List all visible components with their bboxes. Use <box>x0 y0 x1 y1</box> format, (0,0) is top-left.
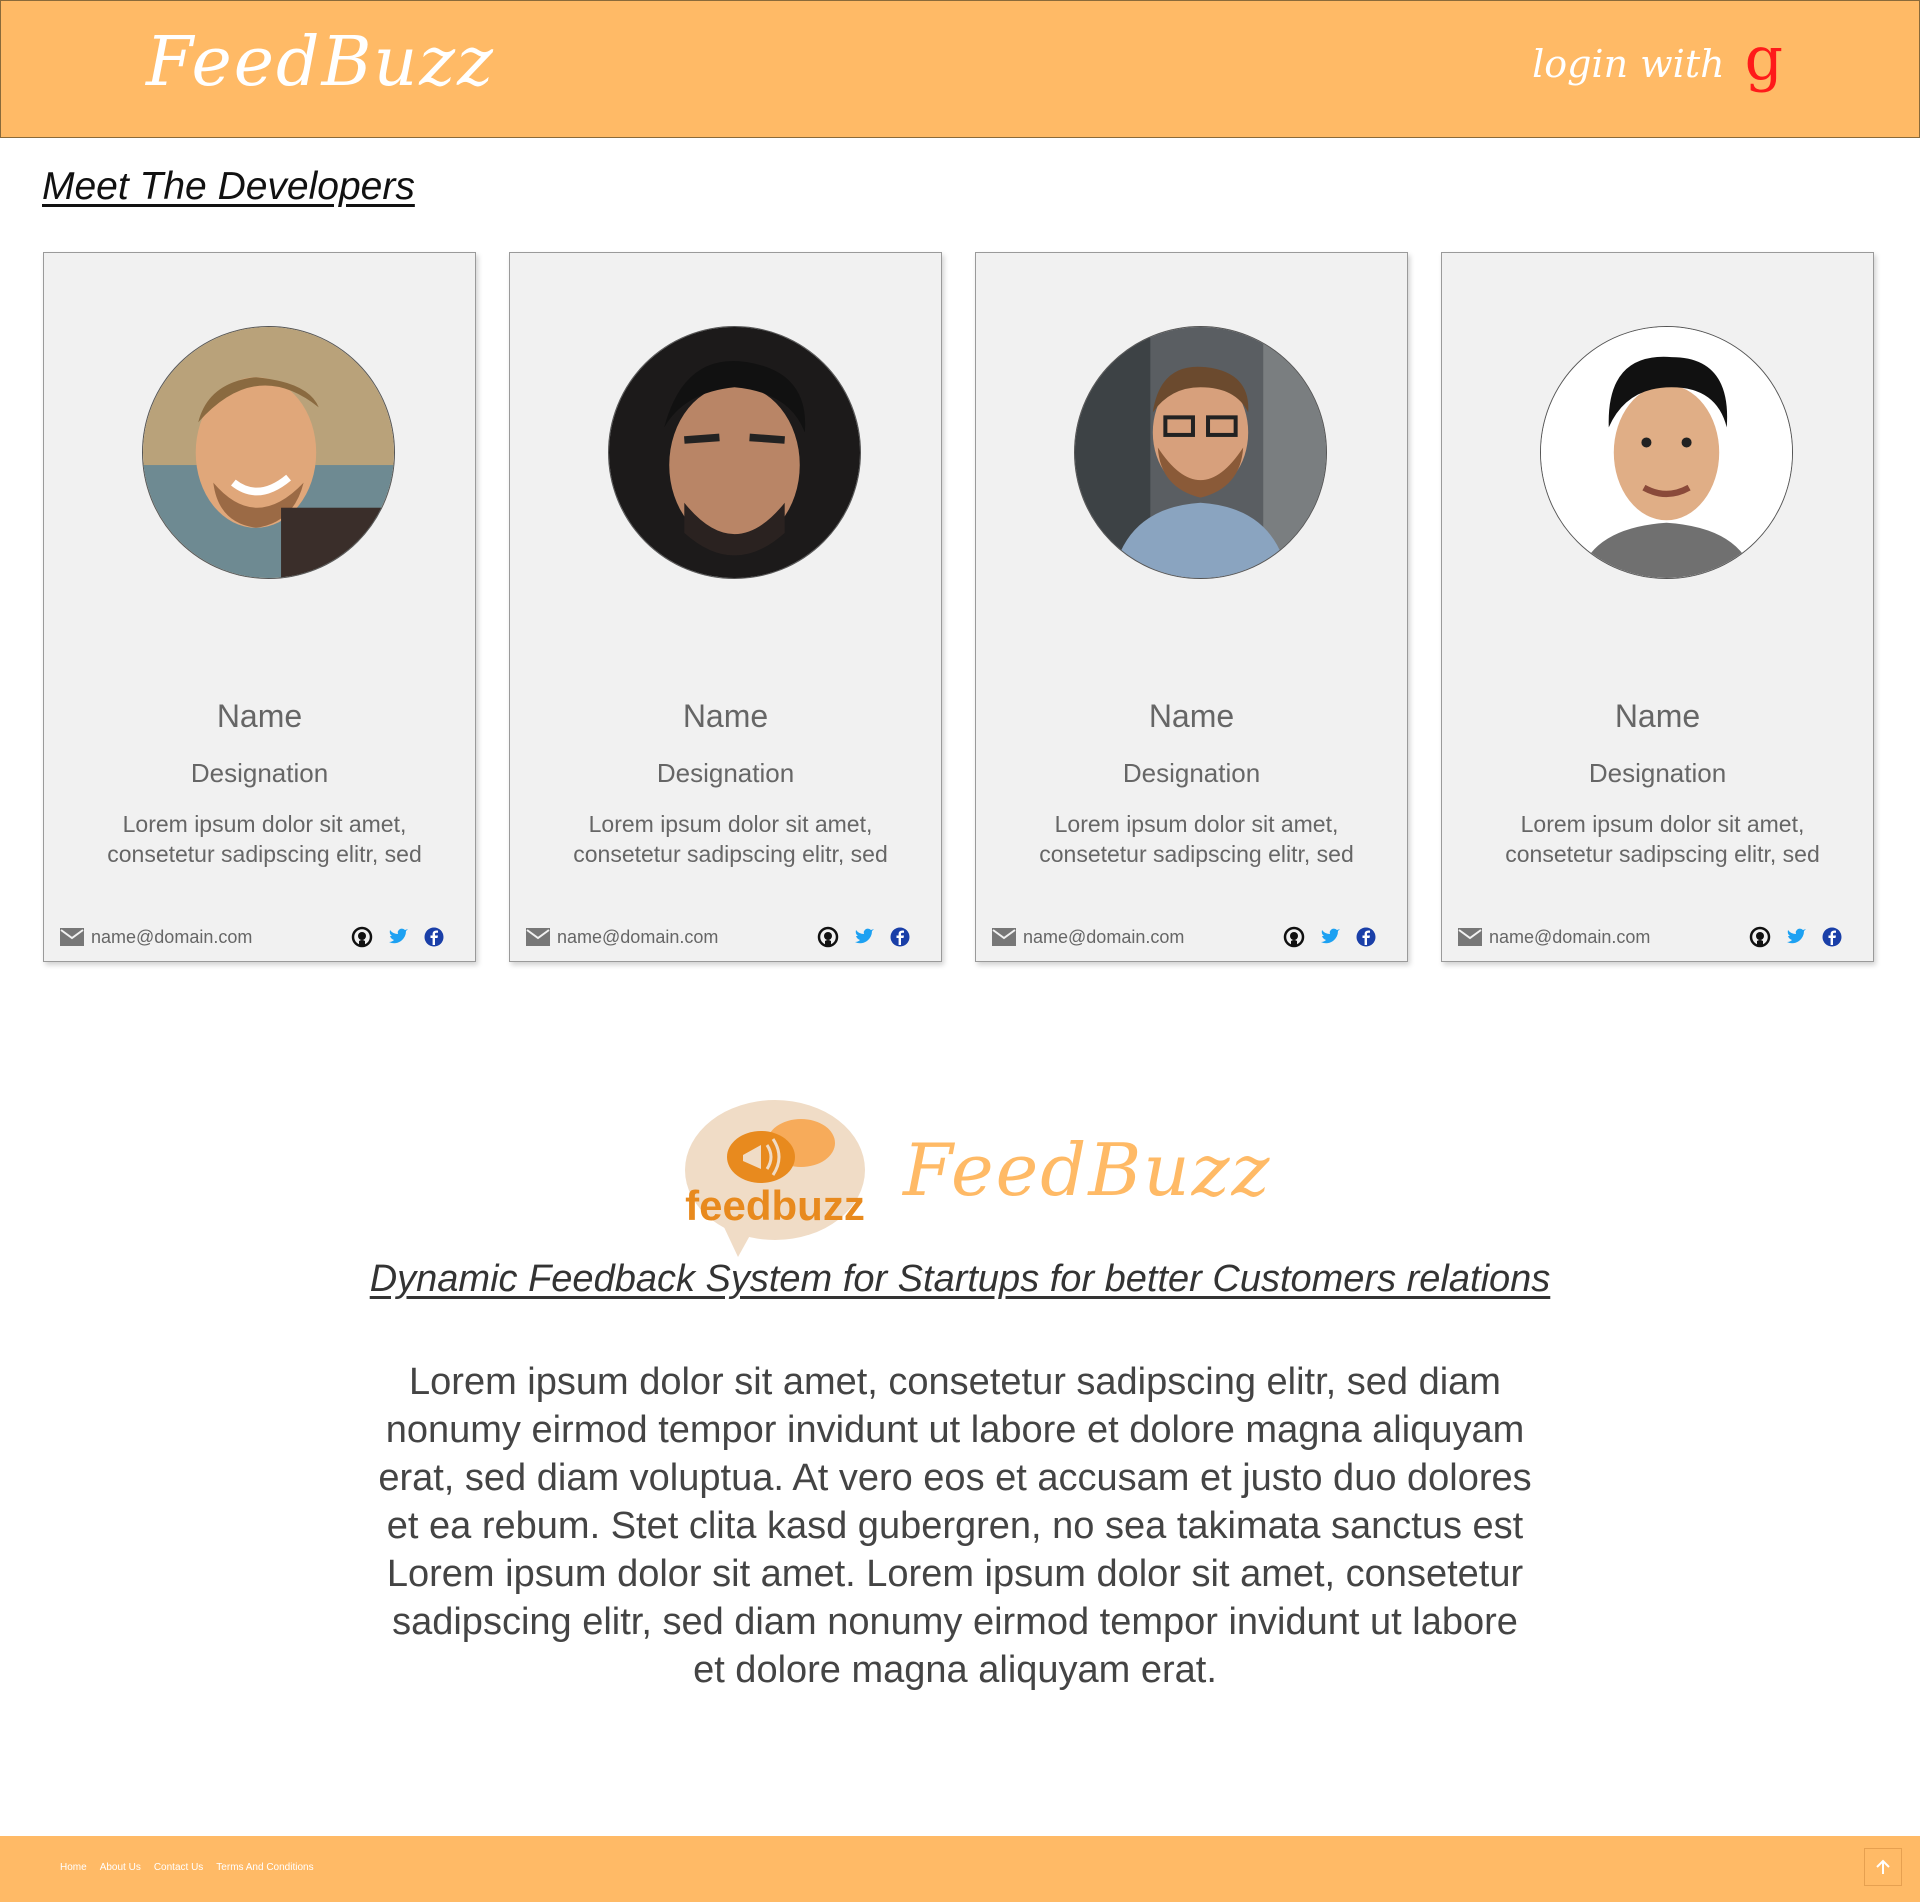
developer-email[interactable]: name@domain.com <box>557 927 817 948</box>
developer-designation: Designation <box>656 758 795 788</box>
footer-links: Home About Us Contact Us Terms And Condi… <box>60 1862 314 1873</box>
card-footer: name@domain.com <box>991 923 1377 951</box>
facebook-icon[interactable] <box>889 926 911 948</box>
google-icon: g <box>1744 24 1783 94</box>
developer-photo-2 <box>609 327 860 578</box>
arrow-up-icon <box>1876 1859 1890 1874</box>
developer-description: Lorem ipsum dolor sit amet, consetetur s… <box>107 811 422 867</box>
developer-photo-3 <box>1075 327 1326 578</box>
footer-link-terms[interactable]: Terms And Conditions <box>216 1862 313 1873</box>
developer-photo <box>608 326 861 579</box>
facebook-icon[interactable] <box>423 926 445 948</box>
developer-photo-4 <box>1541 327 1792 578</box>
developer-email[interactable]: name@domain.com <box>91 927 351 948</box>
developer-designation: Designation <box>190 758 329 788</box>
social-links <box>1749 926 1843 948</box>
developer-photo <box>142 326 395 579</box>
github-icon[interactable] <box>351 926 373 948</box>
github-icon[interactable] <box>1749 926 1771 948</box>
logo-wordmark: feedbuzz <box>685 1182 865 1229</box>
twitter-icon[interactable] <box>1785 926 1807 948</box>
social-links <box>351 926 445 948</box>
footer-link-home[interactable]: Home <box>60 1862 87 1873</box>
developer-card: Name Designation Lorem ipsum dolor sit a… <box>1441 252 1874 962</box>
twitter-icon[interactable] <box>387 926 409 948</box>
about-description: Lorem ipsum dolor sit amet, consetetur s… <box>378 1361 1532 1691</box>
developer-name: Name <box>682 698 769 734</box>
footer-link-contact-us[interactable]: Contact Us <box>154 1862 203 1873</box>
developer-name: Name <box>216 698 303 734</box>
developer-card: Name Designation Lorem ipsum dolor sit a… <box>43 252 476 962</box>
card-footer: name@domain.com <box>59 923 445 951</box>
section-title: Meet The Developers <box>42 165 415 208</box>
developer-name: Name <box>1614 698 1701 734</box>
developer-name: Name <box>1148 698 1235 734</box>
github-icon[interactable] <box>1283 926 1305 948</box>
developer-description: Lorem ipsum dolor sit amet, consetetur s… <box>1505 811 1820 867</box>
mail-icon <box>526 928 550 946</box>
login-with-google-button[interactable]: login with g <box>1532 29 1783 89</box>
developer-cards: Name Designation Lorem ipsum dolor sit a… <box>43 252 1875 962</box>
developer-photo-1 <box>143 327 394 578</box>
developer-photo <box>1074 326 1327 579</box>
footer-link-about-us[interactable]: About Us <box>100 1862 141 1873</box>
card-footer: name@domain.com <box>1457 923 1843 951</box>
social-links <box>817 926 911 948</box>
mail-icon <box>60 928 84 946</box>
facebook-icon[interactable] <box>1821 926 1843 948</box>
twitter-icon[interactable] <box>853 926 875 948</box>
scroll-to-top-button[interactable] <box>1864 1848 1902 1886</box>
developer-description: Lorem ipsum dolor sit amet, consetetur s… <box>1039 811 1354 867</box>
mail-icon <box>1458 928 1482 946</box>
top-header: FeedBuzz login with g <box>0 0 1920 138</box>
developer-designation: Designation <box>1588 758 1727 788</box>
developer-photo <box>1540 326 1793 579</box>
developer-email[interactable]: name@domain.com <box>1489 927 1749 948</box>
developer-designation: Designation <box>1122 758 1261 788</box>
github-icon[interactable] <box>817 926 839 948</box>
about-brand: FeedBuzz <box>903 1128 1272 1212</box>
brand-logo-text[interactable]: FeedBuzz <box>146 23 495 102</box>
developer-email[interactable]: name@domain.com <box>1023 927 1283 948</box>
developer-description: Lorem ipsum dolor sit amet, consetetur s… <box>573 811 888 867</box>
tagline: Dynamic Feedback System for Startups for… <box>369 1258 1551 1300</box>
developer-card: Name Designation Lorem ipsum dolor sit a… <box>975 252 1408 962</box>
page-footer: Home About Us Contact Us Terms And Condi… <box>0 1836 1920 1902</box>
mail-icon <box>992 928 1016 946</box>
facebook-icon[interactable] <box>1355 926 1377 948</box>
login-label: login with <box>1532 42 1725 86</box>
feedbuzz-logo-icon: feedbuzz <box>685 1100 865 1257</box>
card-footer: name@domain.com <box>525 923 911 951</box>
twitter-icon[interactable] <box>1319 926 1341 948</box>
social-links <box>1283 926 1377 948</box>
developer-card: Name Designation Lorem ipsum dolor sit a… <box>509 252 942 962</box>
